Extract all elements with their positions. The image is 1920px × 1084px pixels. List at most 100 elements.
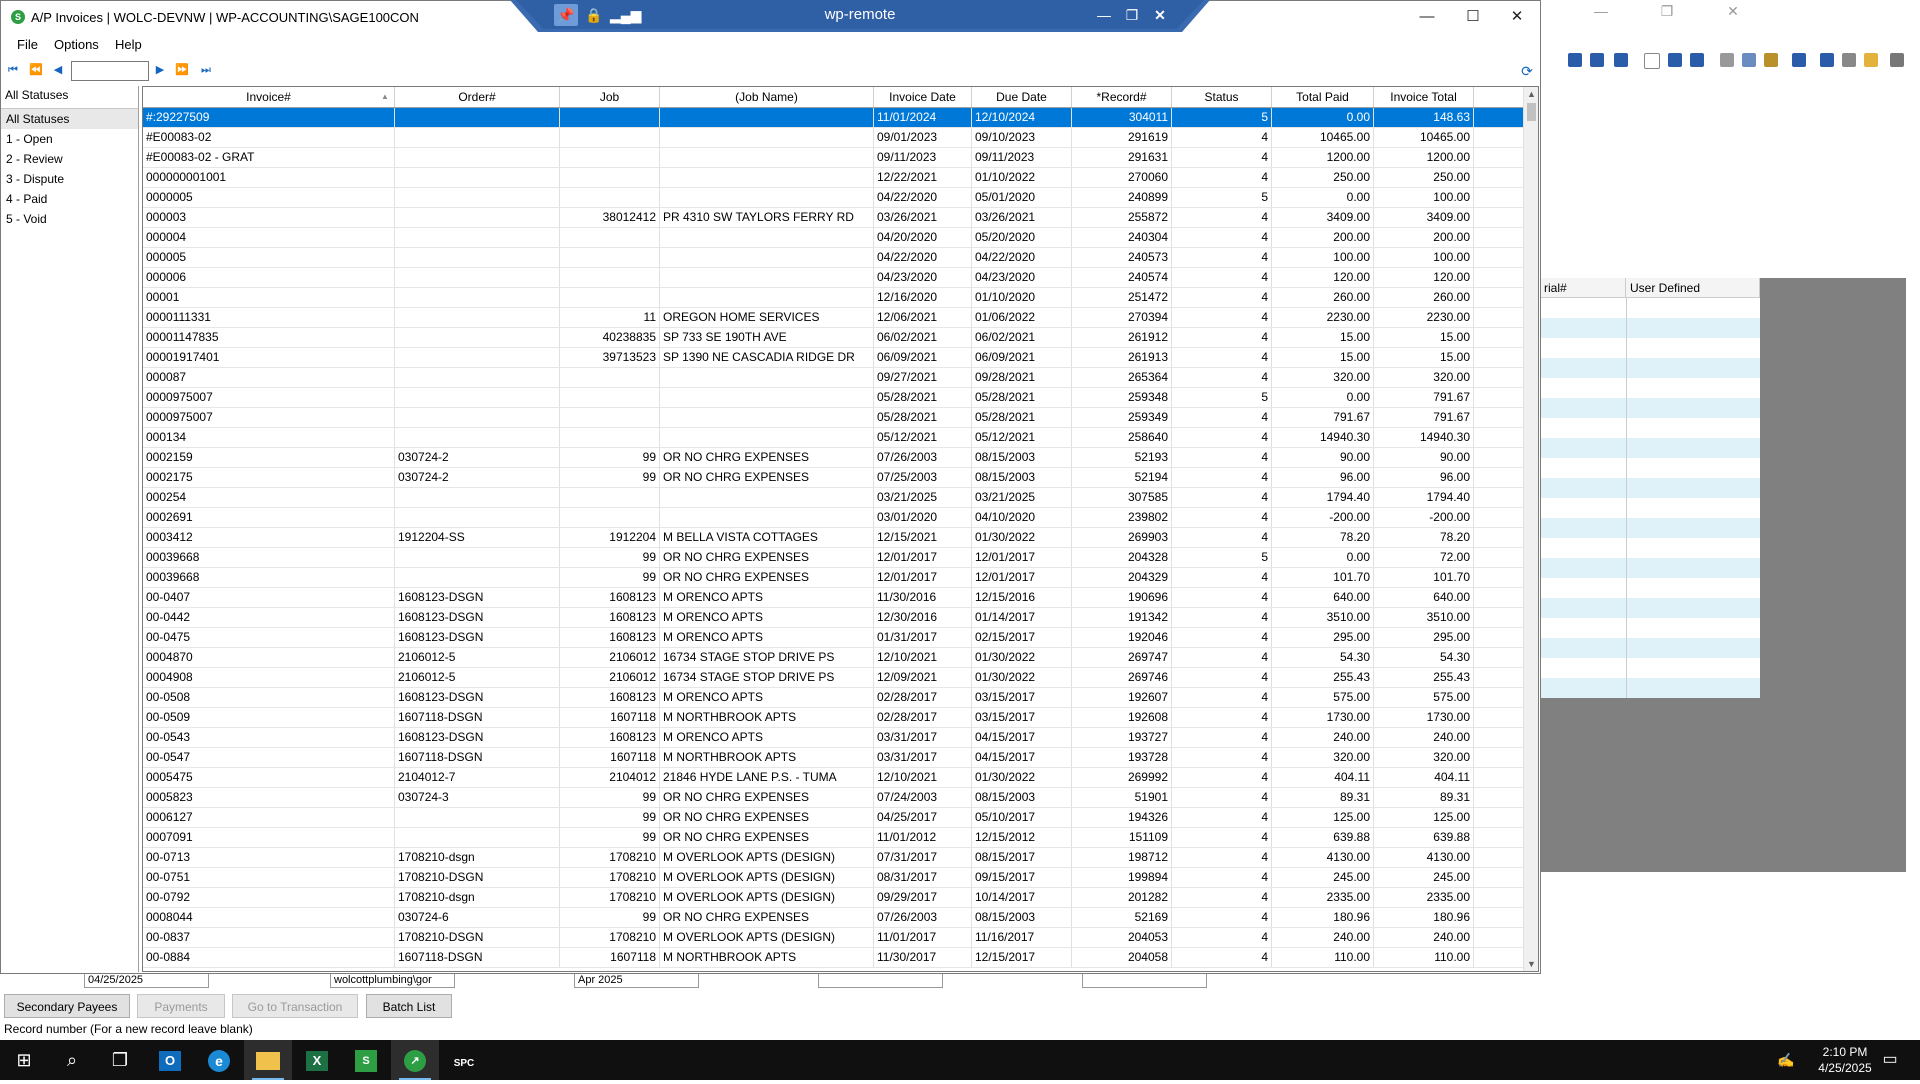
cell-invoice-date[interactable]: 04/22/2020 bbox=[874, 248, 972, 267]
cell-order-number[interactable] bbox=[395, 148, 560, 167]
cell-status[interactable]: 4 bbox=[1172, 868, 1272, 887]
scroll-down-icon[interactable]: ▼ bbox=[1524, 957, 1538, 971]
task-view-icon[interactable]: ❐ bbox=[96, 1040, 144, 1080]
cell-job-name[interactable] bbox=[660, 148, 874, 167]
cell-job[interactable] bbox=[560, 288, 660, 307]
table-row[interactable]: 000003 38012412 PR 4310 SW TAYLORS FERRY R… bbox=[143, 208, 1523, 228]
cell-total-paid[interactable]: 4130.00 bbox=[1272, 848, 1374, 867]
cell-invoice-total[interactable]: -200.00 bbox=[1374, 508, 1474, 527]
cell-invoice-date[interactable]: 05/28/2021 bbox=[874, 408, 972, 427]
cell-invoice-number[interactable]: 00001917401 bbox=[143, 348, 395, 367]
cell-status[interactable]: 4 bbox=[1172, 328, 1272, 347]
cell-status[interactable]: 4 bbox=[1172, 848, 1272, 867]
cell-order-number[interactable] bbox=[395, 348, 560, 367]
table-row[interactable]: 000006 04/23/2020 04/23/2020 240574 4 120.00 1… bbox=[143, 268, 1523, 288]
cell-invoice-total[interactable]: 72.00 bbox=[1374, 548, 1474, 567]
cell-order-number[interactable] bbox=[395, 228, 560, 247]
cell-invoice-total[interactable]: 3510.00 bbox=[1374, 608, 1474, 627]
cell-invoice-total[interactable]: 791.67 bbox=[1374, 388, 1474, 407]
table-row[interactable]: 00-0751 1708210-DSGN 1708210 M OVERLOOK APT… bbox=[143, 868, 1523, 888]
cell-invoice-date[interactable]: 12/30/2016 bbox=[874, 608, 972, 627]
sage-paperless-icon[interactable]: ↗ bbox=[391, 1040, 439, 1080]
cell-invoice-date[interactable]: 07/26/2003 bbox=[874, 908, 972, 927]
cell-status[interactable]: 4 bbox=[1172, 168, 1272, 187]
cell-job[interactable] bbox=[560, 108, 660, 127]
cell-invoice-total[interactable]: 320.00 bbox=[1374, 368, 1474, 387]
cell-status[interactable]: 4 bbox=[1172, 368, 1272, 387]
cell-job[interactable]: 1607118 bbox=[560, 708, 660, 727]
cell-status[interactable]: 5 bbox=[1172, 388, 1272, 407]
paste-icon[interactable] bbox=[1764, 53, 1778, 67]
cell-order-number[interactable] bbox=[395, 328, 560, 347]
cell-record-number[interactable]: 261912 bbox=[1072, 328, 1172, 347]
cell-invoice-date[interactable]: 02/28/2017 bbox=[874, 688, 972, 707]
table-row[interactable]: 000005 04/22/2020 04/22/2020 240573 4 100.00 1… bbox=[143, 248, 1523, 268]
cell-status[interactable]: 4 bbox=[1172, 428, 1272, 447]
cell-job-name[interactable]: 21846 HYDE LANE P.S. - TUMA bbox=[660, 768, 874, 787]
cell-total-paid[interactable]: 1794.40 bbox=[1272, 488, 1374, 507]
cell-invoice-total[interactable]: 100.00 bbox=[1374, 248, 1474, 267]
cell-record-number[interactable]: 269903 bbox=[1072, 528, 1172, 547]
cell-order-number[interactable] bbox=[395, 408, 560, 427]
cell-status[interactable]: 4 bbox=[1172, 708, 1272, 727]
cell-invoice-number[interactable]: 00-0792 bbox=[143, 888, 395, 907]
cell-status[interactable]: 4 bbox=[1172, 308, 1272, 327]
cell-invoice-number[interactable]: 000134 bbox=[143, 428, 395, 447]
table-row[interactable]: 00039668 99 OR NO CHRG EXPENSES 12/01/2017 1… bbox=[143, 568, 1523, 588]
cell-record-number[interactable]: 269746 bbox=[1072, 668, 1172, 687]
cell-invoice-total[interactable]: 575.00 bbox=[1374, 688, 1474, 707]
cell-total-paid[interactable]: 90.00 bbox=[1272, 448, 1374, 467]
cell-invoice-date[interactable]: 07/26/2003 bbox=[874, 448, 972, 467]
cell-record-number[interactable]: 269992 bbox=[1072, 768, 1172, 787]
cell-order-number[interactable] bbox=[395, 168, 560, 187]
cell-invoice-total[interactable]: 10465.00 bbox=[1374, 128, 1474, 147]
cell-total-paid[interactable]: 639.88 bbox=[1272, 828, 1374, 847]
cell-job-name[interactable]: SP 733 SE 190TH AVE bbox=[660, 328, 874, 347]
save-all-icon[interactable] bbox=[1590, 53, 1604, 67]
cell-job-name[interactable]: M OVERLOOK APTS (DESIGN) bbox=[660, 888, 874, 907]
cell-job[interactable] bbox=[560, 188, 660, 207]
cell-invoice-total[interactable]: 54.30 bbox=[1374, 648, 1474, 667]
cell-job[interactable] bbox=[560, 128, 660, 147]
cell-due-date[interactable]: 08/15/2003 bbox=[972, 448, 1072, 467]
cell-invoice-total[interactable]: 90.00 bbox=[1374, 448, 1474, 467]
cell-order-number[interactable] bbox=[395, 548, 560, 567]
cell-invoice-number[interactable]: 0000111331 bbox=[143, 308, 395, 327]
cell-order-number[interactable]: 030724-3 bbox=[395, 788, 560, 807]
cell-status[interactable]: 4 bbox=[1172, 228, 1272, 247]
cell-due-date[interactable]: 02/15/2017 bbox=[972, 628, 1072, 647]
cell-status[interactable]: 4 bbox=[1172, 948, 1272, 967]
outlook-icon[interactable]: O bbox=[146, 1040, 194, 1080]
scroll-thumb[interactable] bbox=[1527, 103, 1536, 121]
maximize-icon[interactable]: ☐ bbox=[1453, 5, 1493, 29]
cell-invoice-date[interactable]: 11/01/2024 bbox=[874, 108, 972, 127]
remote-close-icon[interactable]: ✕ bbox=[1148, 4, 1172, 26]
table-row[interactable]: 00-0509 1607118-DSGN 1607118 M NORTHBROOK A… bbox=[143, 708, 1523, 728]
table-row[interactable]: 00-0475 1608123-DSGN 1608123 M ORENCO APTS 0… bbox=[143, 628, 1523, 648]
cell-invoice-date[interactable]: 07/25/2003 bbox=[874, 468, 972, 487]
cell-due-date[interactable]: 09/15/2017 bbox=[972, 868, 1072, 887]
table-row[interactable]: #E00083-02 09/01/2023 09/10/2023 291619 4 104… bbox=[143, 128, 1523, 148]
secondary-payees-button[interactable]: Secondary Payees bbox=[4, 994, 130, 1018]
cell-invoice-date[interactable]: 04/23/2020 bbox=[874, 268, 972, 287]
table-row[interactable]: 00-0837 1708210-DSGN 1708210 M OVERLOOK APT… bbox=[143, 928, 1523, 948]
save-icon[interactable] bbox=[1568, 53, 1582, 67]
cell-invoice-date[interactable]: 09/27/2021 bbox=[874, 368, 972, 387]
cell-record-number[interactable]: 151109 bbox=[1072, 828, 1172, 847]
cell-invoice-total[interactable]: 320.00 bbox=[1374, 748, 1474, 767]
cell-invoice-total[interactable]: 148.63 bbox=[1374, 108, 1474, 127]
cell-total-paid[interactable]: 320.00 bbox=[1272, 368, 1374, 387]
user-field[interactable]: wolcottplumbing\gor bbox=[330, 972, 455, 988]
cell-invoice-number[interactable]: 00-0508 bbox=[143, 688, 395, 707]
cell-due-date[interactable]: 05/28/2021 bbox=[972, 388, 1072, 407]
cell-job[interactable] bbox=[560, 148, 660, 167]
cell-due-date[interactable]: 04/23/2020 bbox=[972, 268, 1072, 287]
cell-order-number[interactable]: 1708210-dsgn bbox=[395, 888, 560, 907]
table-row[interactable]: 0003412 1912204-SS 1912204 M BELLA VISTA CO… bbox=[143, 528, 1523, 548]
cell-job-name[interactable]: 16734 STAGE STOP DRIVE PS bbox=[660, 648, 874, 667]
cell-due-date[interactable]: 03/26/2021 bbox=[972, 208, 1072, 227]
cell-due-date[interactable]: 05/01/2020 bbox=[972, 188, 1072, 207]
cell-due-date[interactable]: 01/14/2017 bbox=[972, 608, 1072, 627]
cell-invoice-number[interactable]: 00001 bbox=[143, 288, 395, 307]
cell-invoice-number[interactable]: 0002159 bbox=[143, 448, 395, 467]
